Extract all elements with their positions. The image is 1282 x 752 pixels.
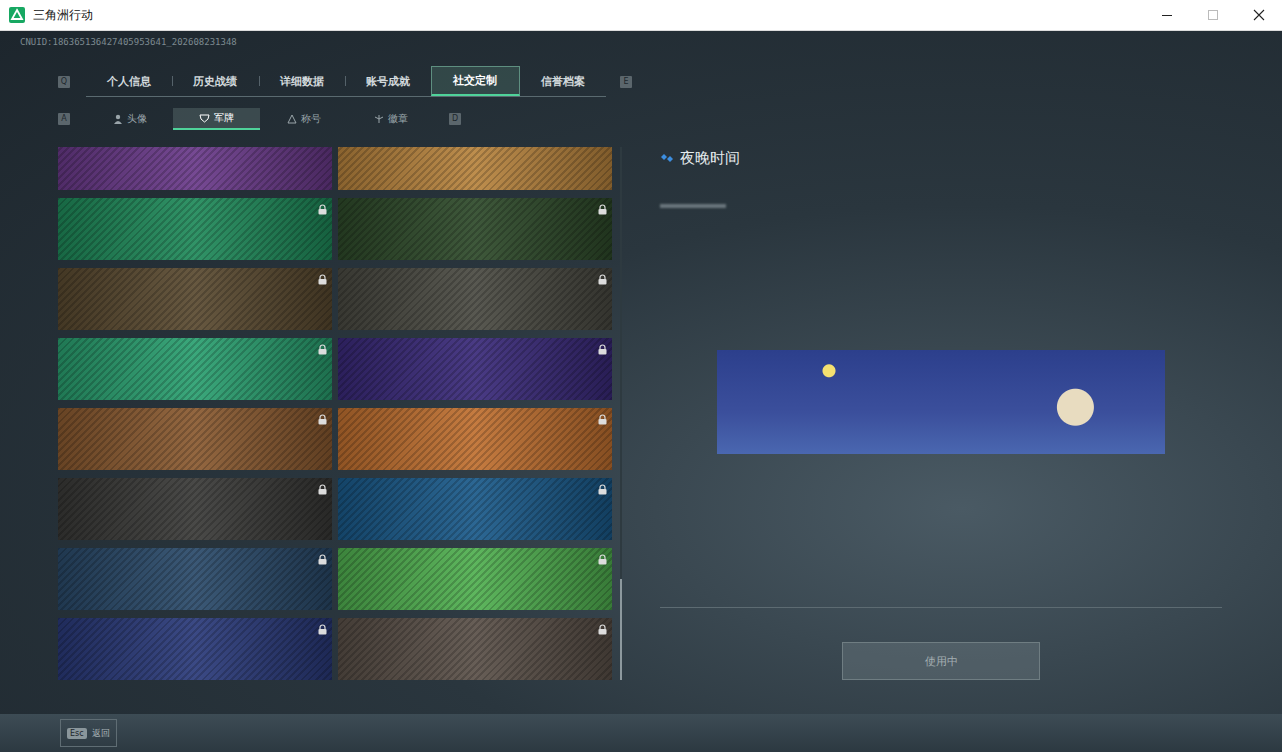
subtab[interactable]: 称号 <box>260 108 347 130</box>
dogtag-card[interactable] <box>338 408 612 470</box>
subtab[interactable]: 头像 <box>86 108 173 130</box>
description-placeholder <box>660 204 726 208</box>
dogtag-card[interactable] <box>58 338 332 400</box>
dogtag-icon <box>199 113 210 123</box>
next-tab-key[interactable]: E <box>620 76 632 88</box>
footer-bar: Esc返回 <box>0 714 1282 752</box>
dogtag-card[interactable] <box>338 478 612 540</box>
subtab-bar: A 头像军牌称号徽章 D <box>0 108 1282 130</box>
lock-icon <box>318 484 327 495</box>
tab-bar: Q 个人信息历史战绩详细数据账号成就社交定制信誉档案 E <box>0 66 1282 97</box>
divider <box>660 607 1222 608</box>
title-bar: 三角洲行动 <box>0 0 1282 31</box>
next-subtab-key[interactable]: D <box>449 113 461 125</box>
main-area: CNUID:186365136427405953641_202608231348… <box>0 31 1282 714</box>
tab[interactable]: 账号成就 <box>345 66 431 96</box>
badge-icon <box>374 114 384 124</box>
dogtag-card[interactable] <box>338 198 612 260</box>
dogtag-name: 夜晚时间 <box>680 149 740 168</box>
tab[interactable]: 信誉档案 <box>520 66 606 96</box>
dogtag-preview <box>717 350 1165 454</box>
tab[interactable]: 详细数据 <box>259 66 345 96</box>
dogtag-list <box>58 147 612 680</box>
prev-tab-key[interactable]: Q <box>58 76 70 88</box>
diamond-icon <box>660 153 674 163</box>
lock-icon <box>318 204 327 215</box>
lock-icon <box>318 554 327 565</box>
dogtag-card[interactable] <box>338 548 612 610</box>
close-icon[interactable] <box>1236 0 1282 31</box>
uid-text: CNUID:186365136427405953641_202608231348 <box>0 35 1282 49</box>
esc-key: Esc <box>67 728 87 739</box>
dogtag-card[interactable] <box>58 478 332 540</box>
scrollbar[interactable] <box>620 147 622 680</box>
lock-icon <box>598 414 607 425</box>
maximize-icon[interactable] <box>1190 0 1236 31</box>
lock-icon <box>318 624 327 635</box>
dogtag-card[interactable] <box>338 268 612 330</box>
tab[interactable]: 社交定制 <box>431 66 519 96</box>
title-icon <box>287 114 297 124</box>
lock-icon <box>598 554 607 565</box>
lock-icon <box>598 624 607 635</box>
dogtag-card[interactable] <box>58 268 332 330</box>
use-button[interactable]: 使用中 <box>842 642 1040 680</box>
lock-icon <box>318 274 327 285</box>
dogtag-card[interactable] <box>58 147 332 190</box>
dogtag-card[interactable] <box>58 198 332 260</box>
game-window: 三角洲行动 CNUID:186365136427405953641_2026082… <box>0 0 1282 752</box>
dogtag-card[interactable] <box>58 548 332 610</box>
lock-icon <box>318 414 327 425</box>
prev-subtab-key[interactable]: A <box>58 113 70 125</box>
subtab[interactable]: 徽章 <box>347 108 434 130</box>
lock-icon <box>598 274 607 285</box>
lock-icon <box>598 344 607 355</box>
dogtag-card[interactable] <box>338 147 612 190</box>
delta-logo-icon <box>9 7 25 23</box>
tab[interactable]: 个人信息 <box>86 66 172 96</box>
dogtag-card[interactable] <box>58 408 332 470</box>
lock-icon <box>318 344 327 355</box>
dogtag-card[interactable] <box>58 618 332 680</box>
lock-icon <box>598 204 607 215</box>
person-icon <box>113 114 123 124</box>
dogtag-card[interactable] <box>338 618 612 680</box>
scrollbar-thumb[interactable] <box>620 579 622 680</box>
detail-panel: 夜晚时间使用中 <box>660 147 1222 680</box>
lock-icon <box>598 484 607 495</box>
tab[interactable]: 历史战绩 <box>172 66 258 96</box>
window-title: 三角洲行动 <box>33 7 93 24</box>
dogtag-card[interactable] <box>338 338 612 400</box>
back-button[interactable]: Esc返回 <box>60 719 117 747</box>
subtab[interactable]: 军牌 <box>173 108 260 130</box>
minimize-icon[interactable] <box>1144 0 1190 31</box>
